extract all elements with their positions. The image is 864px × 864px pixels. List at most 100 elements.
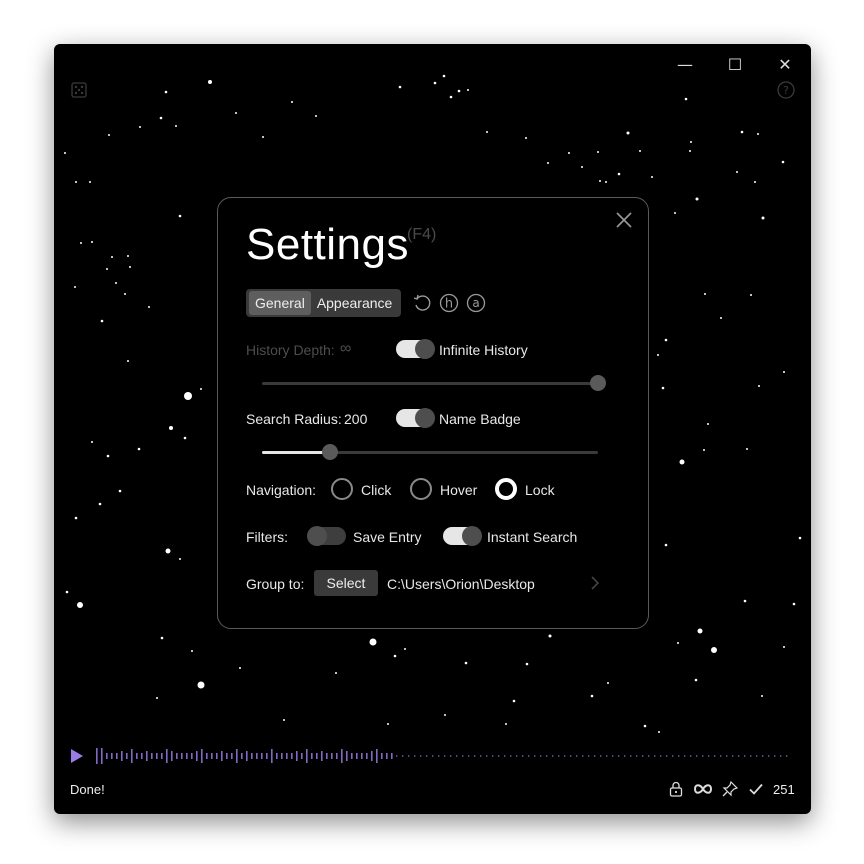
lock-icon[interactable] bbox=[668, 781, 684, 797]
pin-icon[interactable] bbox=[722, 781, 738, 797]
waveform-bar bbox=[136, 753, 138, 759]
waveform-bar bbox=[116, 753, 118, 759]
waveform-bar bbox=[648, 755, 650, 757]
waveform-bar bbox=[450, 755, 452, 757]
waveform-bar bbox=[558, 755, 560, 757]
chevron-right-icon[interactable] bbox=[590, 575, 600, 591]
waveform-bar bbox=[438, 755, 440, 757]
search-radius-slider[interactable] bbox=[262, 444, 598, 460]
h-circle-icon[interactable]: h bbox=[439, 293, 459, 313]
tab-general[interactable]: General bbox=[249, 291, 311, 315]
waveform-bar bbox=[141, 753, 143, 759]
waveform-bar bbox=[654, 755, 656, 757]
waveform-bar bbox=[534, 755, 536, 757]
group-path: C:\Users\Orion\Desktop bbox=[387, 576, 535, 592]
radio-lock[interactable] bbox=[495, 478, 517, 500]
waveform-bar bbox=[396, 755, 398, 757]
waveform-bar bbox=[768, 755, 770, 757]
waveform-bar bbox=[492, 755, 494, 757]
tab-appearance[interactable]: Appearance bbox=[311, 291, 399, 315]
maximize-button[interactable]: ☐ bbox=[712, 50, 758, 80]
waveform-bar bbox=[696, 755, 698, 757]
waveform-bar bbox=[121, 751, 123, 761]
waveform-bar bbox=[101, 748, 103, 764]
waveform-bar bbox=[161, 753, 163, 759]
waveform-bar bbox=[660, 755, 662, 757]
history-depth-slider-thumb[interactable] bbox=[590, 375, 606, 391]
waveform-bar bbox=[251, 753, 253, 759]
select-folder-button[interactable]: Select bbox=[314, 570, 378, 596]
history-waveform[interactable] bbox=[94, 746, 794, 766]
waveform-bar bbox=[166, 749, 168, 763]
waveform-bar bbox=[468, 755, 470, 757]
check-icon[interactable] bbox=[748, 781, 764, 797]
waveform-bar bbox=[402, 755, 404, 757]
waveform-bar bbox=[540, 755, 542, 757]
waveform-bar bbox=[636, 755, 638, 757]
search-radius-slider-thumb[interactable] bbox=[322, 444, 338, 460]
waveform-bar bbox=[552, 755, 554, 757]
waveform-bar bbox=[432, 755, 434, 757]
infinity-icon[interactable] bbox=[694, 781, 712, 797]
waveform-bar bbox=[181, 753, 183, 759]
infinite-history-label: Infinite History bbox=[439, 342, 528, 358]
radio-click[interactable] bbox=[331, 478, 353, 500]
close-icon[interactable] bbox=[612, 208, 636, 232]
waveform-bar bbox=[231, 753, 233, 759]
waveform-bar bbox=[624, 755, 626, 757]
waveform-bar bbox=[351, 753, 353, 759]
waveform-bar bbox=[336, 753, 338, 759]
play-icon[interactable] bbox=[70, 749, 84, 763]
waveform-bar bbox=[111, 753, 113, 759]
history-depth-label: History Depth: bbox=[246, 342, 335, 358]
waveform-bar bbox=[504, 755, 506, 757]
waveform-bar bbox=[594, 755, 596, 757]
waveform-bar bbox=[738, 755, 740, 757]
waveform-bar bbox=[106, 753, 108, 759]
waveform-bar bbox=[281, 753, 283, 759]
waveform-bar bbox=[444, 755, 446, 757]
waveform-bar bbox=[516, 755, 518, 757]
waveform-bar bbox=[528, 755, 530, 757]
reset-icon[interactable] bbox=[412, 293, 432, 313]
svg-text:a: a bbox=[472, 296, 479, 310]
minimize-button[interactable]: — bbox=[662, 50, 708, 80]
waveform-bar bbox=[146, 751, 148, 761]
a-circle-icon[interactable]: a bbox=[466, 293, 486, 313]
waveform-bar bbox=[196, 751, 198, 761]
waveform-bar bbox=[510, 755, 512, 757]
waveform-bar bbox=[546, 755, 548, 757]
waveform-bar bbox=[171, 751, 173, 761]
waveform-bar bbox=[271, 749, 273, 763]
waveform-bar bbox=[156, 753, 158, 759]
waveform-bar bbox=[714, 755, 716, 757]
radio-hover[interactable] bbox=[410, 478, 432, 500]
waveform-bar bbox=[606, 755, 608, 757]
help-icon[interactable]: ? bbox=[777, 81, 795, 99]
status-text: Done! bbox=[70, 782, 105, 797]
save-entry-toggle[interactable] bbox=[307, 526, 346, 546]
dice-icon[interactable] bbox=[71, 82, 87, 98]
instant-search-toggle[interactable] bbox=[443, 526, 482, 546]
waveform-bar bbox=[780, 755, 782, 757]
waveform-bar bbox=[522, 755, 524, 757]
waveform-bar bbox=[708, 755, 710, 757]
radio-lock-label: Lock bbox=[525, 482, 555, 498]
waveform-bar bbox=[361, 753, 363, 759]
close-window-button[interactable]: ✕ bbox=[762, 50, 808, 80]
waveform-bar bbox=[291, 753, 293, 759]
settings-title: Settings bbox=[246, 220, 409, 269]
waveform-bar bbox=[474, 755, 476, 757]
waveform-bar bbox=[326, 753, 328, 759]
history-depth-slider[interactable] bbox=[262, 375, 606, 391]
waveform-bar bbox=[690, 755, 692, 757]
waveform-bar bbox=[311, 753, 313, 759]
group-to-label: Group to: bbox=[246, 576, 305, 592]
infinite-history-toggle[interactable] bbox=[396, 339, 435, 359]
waveform-bar bbox=[498, 755, 500, 757]
waveform-bar bbox=[678, 755, 680, 757]
waveform-bar bbox=[666, 755, 668, 757]
waveform-bar bbox=[420, 755, 422, 757]
waveform-bar bbox=[600, 755, 602, 757]
name-badge-toggle[interactable] bbox=[396, 408, 435, 428]
